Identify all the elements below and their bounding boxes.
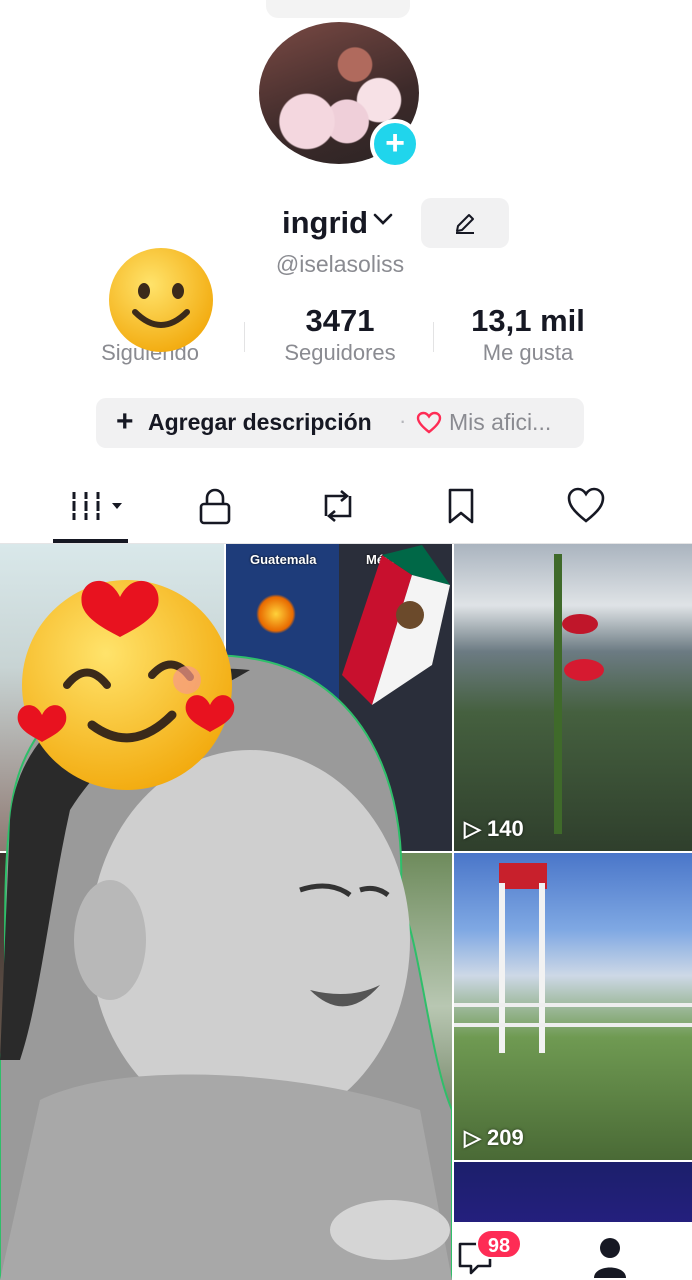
- likes-label[interactable]: Me gusta: [462, 340, 594, 366]
- top-notch: [266, 0, 410, 18]
- add-avatar-icon[interactable]: +: [370, 119, 420, 169]
- display-name[interactable]: ingrid: [282, 205, 368, 241]
- followers-count[interactable]: 3471: [270, 303, 410, 339]
- smiling-hearts-emoji-sticker: [17, 580, 235, 790]
- profile-tabs: [0, 470, 692, 544]
- repost-icon[interactable]: [318, 486, 358, 526]
- add-description-button[interactable]: Agregar descripción: [148, 409, 372, 436]
- plus-icon: +: [116, 405, 134, 438]
- grid-icon[interactable]: [68, 486, 128, 526]
- hobbies-button[interactable]: Mis afici...: [449, 409, 551, 436]
- heart-outline-icon: [416, 411, 442, 434]
- tower-post: [499, 883, 505, 1053]
- stats-divider: [433, 322, 434, 352]
- flower-petal: [562, 614, 598, 634]
- profile-icon[interactable]: [592, 1236, 628, 1278]
- inbox-badge: 98: [476, 1229, 522, 1259]
- smile-emoji-sticker: [109, 248, 213, 352]
- bookmark-icon[interactable]: [441, 486, 481, 526]
- fence-rail: [454, 1023, 692, 1027]
- followers-label[interactable]: Seguidores: [270, 340, 410, 366]
- flower-petal: [564, 659, 604, 681]
- video-thumbnail[interactable]: ▷ 140: [454, 544, 692, 851]
- view-count: ▷ 140: [464, 816, 524, 841]
- fence-rail: [454, 1003, 692, 1007]
- heart-icon[interactable]: [566, 486, 606, 526]
- firework-graphic: [256, 594, 296, 634]
- tower-post: [539, 883, 545, 1053]
- flower-stem: [554, 554, 562, 834]
- edit-profile-button[interactable]: [421, 198, 509, 248]
- lock-icon[interactable]: [195, 486, 235, 526]
- video-caption: Guatemala: [250, 552, 317, 567]
- video-thumbnail[interactable]: ▷ 209: [454, 853, 692, 1160]
- stats-divider: [244, 322, 245, 352]
- chevron-down-icon[interactable]: [372, 208, 394, 230]
- view-count: ▷ 209: [464, 1125, 524, 1150]
- pencil-icon: [456, 214, 474, 234]
- user-handle: @iselasoliss: [275, 251, 405, 277]
- likes-count[interactable]: 13,1 mil: [462, 303, 594, 339]
- separator-dot: ·: [399, 408, 407, 433]
